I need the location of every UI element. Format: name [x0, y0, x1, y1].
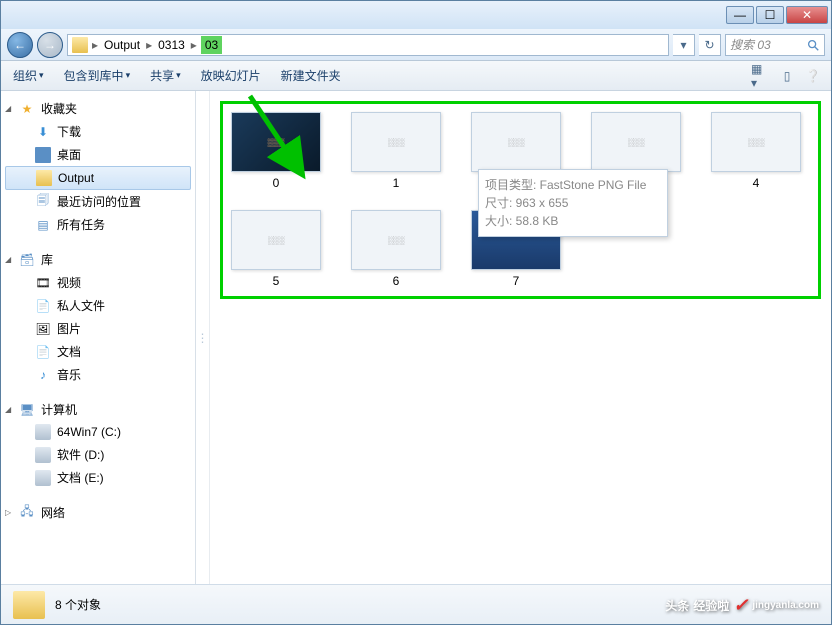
maximize-icon: ☐: [765, 8, 776, 22]
tasks-icon: ▤: [35, 217, 51, 233]
drive-icon: [35, 447, 51, 463]
favorites-header[interactable]: ★ 收藏夹: [1, 97, 195, 120]
watermark: 头条 经验啦 ✓ jingyanla.com: [665, 595, 819, 616]
file-thumb-1[interactable]: ░░░1: [351, 112, 441, 190]
thumbnail-image: ░░░: [351, 112, 441, 172]
libraries-header[interactable]: 🗃库: [1, 248, 195, 271]
breadcrumb[interactable]: ▸ Output ▸ 0313 ▸ 03: [67, 34, 669, 56]
refresh-button[interactable]: ↻: [699, 34, 721, 56]
navigation-pane: ★收藏夹 ⬇下载 桌面 Output 🗐最近访问的位置 ▤所有任务 🗃库 🎞视频…: [1, 91, 196, 584]
content-area: ★收藏夹 ⬇下载 桌面 Output 🗐最近访问的位置 ▤所有任务 🗃库 🎞视频…: [1, 91, 831, 584]
video-icon: 🎞: [35, 275, 51, 291]
close-button[interactable]: ✕: [786, 6, 828, 24]
network-icon: 🖧: [19, 505, 35, 521]
network-header[interactable]: 🖧 网络: [1, 501, 195, 524]
addressbar: ← → ▸ Output ▸ 0313 ▸ 03 ▾ ↻ 搜索 03: [1, 29, 831, 61]
crumb-0313[interactable]: 0313: [156, 38, 187, 52]
music-icon: ♪: [35, 367, 51, 383]
recent-icon: 🗐: [35, 194, 51, 210]
computer-icon: 🖥: [19, 402, 35, 418]
libraries-label: 库: [41, 251, 53, 268]
network-label: 网络: [41, 504, 65, 521]
toolbar: 组织 包含到库中 共享 放映幻灯片 新建文件夹 ▦ ▾ ▯ ❔: [1, 61, 831, 91]
sidebar-item-recent[interactable]: 🗐最近访问的位置: [1, 190, 195, 213]
sidebar-item-tasks[interactable]: ▤所有任务: [1, 213, 195, 236]
history-dropdown[interactable]: ▾: [673, 34, 695, 56]
search-icon: [806, 38, 820, 52]
search-placeholder: 搜索 03: [730, 36, 771, 53]
sidebar-item-documents[interactable]: 📄文档: [1, 340, 195, 363]
file-thumb-5[interactable]: ░░░5: [231, 210, 321, 288]
chevron-right-icon: ▸: [90, 38, 100, 52]
include-button[interactable]: 包含到库中: [60, 65, 135, 86]
sidebar-item-downloads[interactable]: ⬇下载: [1, 120, 195, 143]
thumbnail-image: ░░░: [711, 112, 801, 172]
thumbnail-image: ░░░: [351, 210, 441, 270]
library-icon: 🗃: [19, 252, 35, 268]
tooltip-type: 项目类型: FastStone PNG File: [485, 176, 661, 194]
thumbnail-image: ▒▒▒: [231, 112, 321, 172]
forward-icon: →: [44, 38, 56, 52]
organize-button[interactable]: 组织: [9, 65, 48, 86]
explorer-window: — ☐ ✕ ← → ▸ Output ▸ 0313 ▸ 03 ▾ ↻ 搜索 03…: [0, 0, 832, 625]
slideshow-button[interactable]: 放映幻灯片: [197, 65, 265, 86]
folder-icon: [13, 591, 45, 619]
desktop-icon: [35, 147, 51, 163]
file-tooltip: 项目类型: FastStone PNG File 尺寸: 963 x 655 大…: [478, 169, 668, 237]
picture-icon: 🖼: [35, 321, 51, 337]
preview-pane-button[interactable]: ▯: [777, 66, 797, 86]
favorites-label: 收藏夹: [41, 100, 77, 117]
newfolder-button[interactable]: 新建文件夹: [277, 65, 345, 86]
sidebar-item-output[interactable]: Output: [5, 166, 191, 190]
download-icon: ⬇: [35, 124, 51, 140]
file-thumb-6[interactable]: ░░░6: [351, 210, 441, 288]
file-thumb-0[interactable]: ▒▒▒0: [231, 112, 321, 190]
document-icon: 📄: [35, 298, 51, 314]
thumbnail-image: ░░░: [231, 210, 321, 270]
drive-icon: [35, 470, 51, 486]
close-icon: ✕: [802, 8, 812, 22]
folder-icon: [36, 170, 52, 186]
sidebar-item-videos[interactable]: 🎞视频: [1, 271, 195, 294]
item-count: 8 个对象: [55, 596, 101, 613]
thumbnail-grid: ▒▒▒0 ░░░1 ░░░2 ░░░3 ░░░4 ░░░5 ░░░6 7 项目类…: [220, 101, 821, 299]
minimize-icon: —: [734, 8, 746, 22]
sidebar-item-drive-e[interactable]: 文档 (E:): [1, 466, 195, 489]
thumbnail-image: ░░░: [591, 112, 681, 172]
minimize-button[interactable]: —: [726, 6, 754, 24]
computer-header[interactable]: 🖥 计算机: [1, 398, 195, 421]
crumb-output[interactable]: Output: [102, 38, 142, 52]
sidebar-item-music[interactable]: ♪音乐: [1, 363, 195, 386]
drive-icon: [35, 424, 51, 440]
thumbnail-image: ░░░: [471, 112, 561, 172]
file-thumb-4[interactable]: ░░░4: [711, 112, 801, 190]
titlebar: — ☐ ✕: [1, 1, 831, 29]
sidebar-item-pictures[interactable]: 🖼图片: [1, 317, 195, 340]
folder-icon: [72, 37, 88, 53]
sidebar-item-desktop[interactable]: 桌面: [1, 143, 195, 166]
sidebar-item-drive-d[interactable]: 软件 (D:): [1, 443, 195, 466]
tooltip-size: 大小: 58.8 KB: [485, 212, 661, 230]
sidebar-item-drive-c[interactable]: 64Win7 (C:): [1, 421, 195, 443]
maximize-button[interactable]: ☐: [756, 6, 784, 24]
back-icon: ←: [14, 38, 26, 52]
tooltip-dimensions: 尺寸: 963 x 655: [485, 194, 661, 212]
chevron-right-icon: ▸: [189, 38, 199, 52]
forward-button[interactable]: →: [37, 32, 63, 58]
star-icon: ★: [19, 101, 35, 117]
sidebar-item-private[interactable]: 📄私人文件: [1, 294, 195, 317]
document-icon: 📄: [35, 344, 51, 360]
search-input[interactable]: 搜索 03: [725, 34, 825, 56]
crumb-03[interactable]: 03: [201, 36, 222, 54]
back-button[interactable]: ←: [7, 32, 33, 58]
computer-label: 计算机: [41, 401, 77, 418]
share-button[interactable]: 共享: [146, 65, 185, 86]
view-button[interactable]: ▦ ▾: [751, 66, 771, 86]
file-list[interactable]: ▒▒▒0 ░░░1 ░░░2 ░░░3 ░░░4 ░░░5 ░░░6 7 项目类…: [210, 91, 831, 584]
chevron-right-icon: ▸: [144, 38, 154, 52]
help-button[interactable]: ❔: [803, 66, 823, 86]
pane-resizer[interactable]: ⋮: [196, 91, 210, 584]
